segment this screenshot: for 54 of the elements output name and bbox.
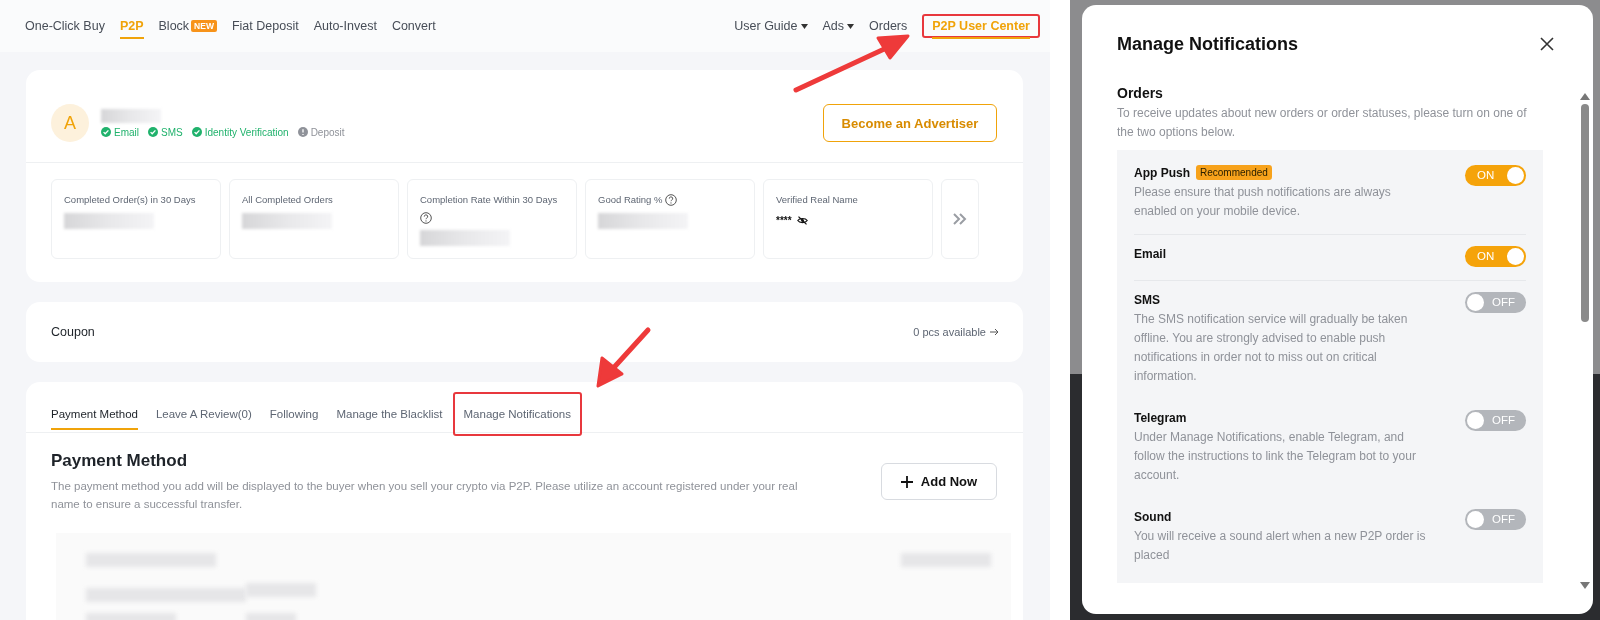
option-description: The SMS notification service will gradually be taken offline. You are strongly advised to enable push notifications in order not to miss out on critical information. — [1134, 311, 1409, 385]
nav-link[interactable]: Auto-Invest — [313, 13, 377, 39]
coupon-card[interactable]: Coupon 0 pcs available — [26, 302, 1023, 362]
nav-link[interactable]: Orders — [869, 13, 908, 39]
option-description: Under Manage Notifications, enable Telegram, and follow the instructions to link the Telegram bot to your account. — [1134, 429, 1417, 484]
nav-link[interactable]: Fiat Deposit — [231, 13, 299, 39]
section-description: To receive updates about new orders or order statuses, please turn on one of the two options below. — [1117, 105, 1528, 141]
verification-label: Email — [114, 126, 139, 138]
nav-link[interactable]: Convert — [391, 13, 436, 39]
option-name: SMS — [1134, 292, 1160, 307]
coupon-label: Coupon — [51, 325, 95, 339]
dialog-title: Manage Notifications — [1117, 33, 1299, 55]
redacted-block — [101, 108, 161, 123]
arrow-right-icon — [990, 328, 999, 336]
section-heading: Payment Method — [51, 451, 189, 471]
scrollbar[interactable] — [1580, 93, 1590, 589]
option-name: App Push — [1134, 165, 1190, 180]
masked-name: **** — [776, 215, 792, 226]
nav-link[interactable]: Block — [158, 13, 190, 39]
avatar: A — [51, 104, 89, 142]
tab[interactable]: Manage the Blacklist — [336, 398, 443, 430]
double-chevron-icon — [952, 212, 968, 226]
scroll-up-icon[interactable] — [1580, 93, 1590, 100]
add-now-button[interactable]: Add Now — [881, 463, 997, 500]
option-name: Email — [1134, 246, 1166, 261]
stat-label: Verified Real Name — [776, 193, 858, 207]
recommended-badge: Recommended — [1196, 165, 1272, 180]
eye-slash-icon[interactable] — [796, 216, 808, 225]
nav-link[interactable]: User Guide — [734, 13, 798, 39]
option-description: Please ensure that push notifications are always enabled on your mobile device. — [1134, 184, 1392, 220]
option-description: You will receive a sound alert when a new P2P order is placed — [1134, 528, 1426, 564]
nav-link[interactable]: One-Click Buy — [25, 13, 105, 39]
stat-label: Completion Rate Within 30 Days — [420, 193, 558, 207]
tab[interactable]: Leave A Review(0) — [155, 398, 252, 430]
scroll-down-icon[interactable] — [1580, 582, 1590, 589]
section-description: The payment method you add will be displayed to the buyer when you sell your crypto via P2P. Please utilize an account registered under your real name to ensure a successful transfer. — [51, 479, 799, 512]
tab[interactable]: Following — [269, 398, 319, 430]
verification-label: Deposit — [310, 126, 345, 138]
stat-label: All Completed Orders — [242, 193, 333, 207]
stat-label: Completed Order(s) in 30 Days — [64, 193, 196, 207]
option-name: Sound — [1134, 509, 1172, 524]
coupon-count: 0 pcs available — [913, 326, 986, 338]
stat-label: Good Rating % — [598, 193, 663, 207]
nav-link[interactable]: Ads — [822, 13, 845, 39]
tab[interactable]: Payment Method — [51, 398, 138, 430]
annotation-arrow — [596, 327, 651, 388]
tab[interactable]: Manage Notifications — [463, 400, 571, 428]
option-name: Telegram — [1134, 410, 1187, 425]
section-title: Orders — [1117, 85, 1164, 101]
new-badge: NEW — [191, 20, 217, 32]
close-icon[interactable] — [1540, 37, 1554, 51]
verification-label: SMS — [161, 126, 183, 138]
plus-icon — [900, 475, 913, 488]
verification-label: Identity Verification — [204, 126, 289, 138]
